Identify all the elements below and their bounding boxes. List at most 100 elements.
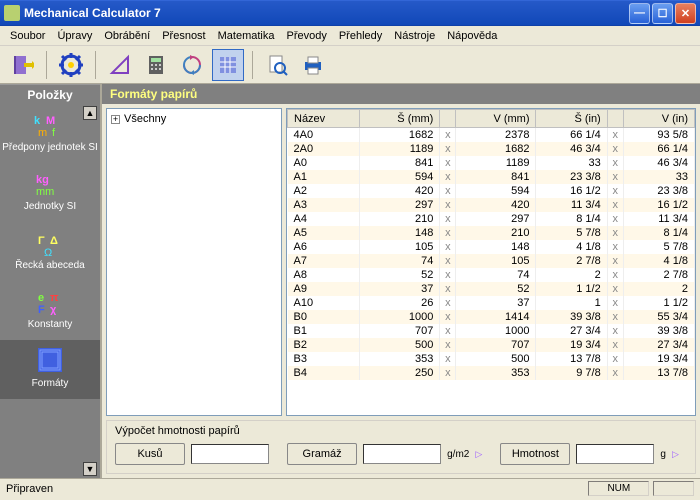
sidebar-scroll-down[interactable]: ▼ <box>83 462 97 476</box>
table-row[interactable]: A0841x118933x46 3/4 <box>288 156 695 170</box>
sidebar: Položky ▲ kMmf Předpony jednotek SI kgmm… <box>0 84 100 478</box>
prefix-icon: kMmf <box>32 110 68 138</box>
calc-panel-title: Výpočet hmotnosti papírů <box>115 423 687 443</box>
pieces-input[interactable] <box>191 444 269 464</box>
column-header[interactable]: Název <box>288 110 360 128</box>
table-row[interactable]: A4210x2978 1/4x11 3/4 <box>288 212 695 226</box>
toolbar-refresh-button[interactable] <box>176 49 208 81</box>
data-table[interactable]: NázevŠ (mm) V (mm)Š (in) V (in)4A01682x237… <box>286 108 696 416</box>
sidebar-item-units[interactable]: kgmm Jednotky SI <box>0 163 100 222</box>
formats-icon <box>32 346 68 374</box>
sidebar-header: Položky <box>0 84 100 104</box>
svg-text:f: f <box>52 127 56 138</box>
menu-napoveda[interactable]: Nápověda <box>441 28 503 44</box>
toolbar-preview-button[interactable] <box>261 49 293 81</box>
sidebar-item-label: Předpony jednotek SI <box>2 142 98 153</box>
maximize-button[interactable]: ☐ <box>652 3 673 24</box>
status-empty <box>653 481 694 496</box>
grammage-unit: g/m2 <box>447 449 469 460</box>
weight-button[interactable]: Hmotnost <box>500 443 570 465</box>
table-row[interactable]: B2500x70719 3/4x27 3/4 <box>288 338 695 352</box>
svg-text:π: π <box>50 292 59 304</box>
svg-text:Ω: Ω <box>44 247 52 256</box>
window-title: Mechanical Calculator 7 <box>24 6 627 20</box>
svg-text:χ: χ <box>50 304 57 315</box>
table-row[interactable]: A3297x42011 3/4x16 1/2 <box>288 198 695 212</box>
svg-text:e: e <box>38 292 44 304</box>
menu-obrabeni[interactable]: Obrábění <box>98 28 156 44</box>
toolbar-settings-button[interactable] <box>55 49 87 81</box>
table-row[interactable]: A5148x2105 7/8x8 1/4 <box>288 226 695 240</box>
table-row[interactable]: A1026x371x1 1/2 <box>288 296 695 310</box>
menu-bar: Soubor Úpravy Obrábění Přesnost Matemati… <box>0 26 700 46</box>
pieces-button[interactable]: Kusů <box>115 443 185 465</box>
tree-root-item[interactable]: + Všechny <box>111 113 277 125</box>
expand-icon[interactable]: + <box>111 115 120 124</box>
column-header[interactable]: Š (in) <box>536 110 607 128</box>
sidebar-item-formats[interactable]: Formáty <box>0 340 100 399</box>
weight-input[interactable] <box>576 444 654 464</box>
calculation-panel: Výpočet hmotnosti papírů Kusů Gramáž g/m… <box>106 420 696 474</box>
triangle-icon[interactable]: ▷ <box>475 449 482 460</box>
column-header[interactable]: Š (mm) <box>360 110 440 128</box>
toolbar-exit-button[interactable] <box>6 49 38 81</box>
sidebar-item-greek[interactable]: ΓΔΩ Řecká abeceda <box>0 222 100 281</box>
tree-root-label: Všechny <box>124 113 166 125</box>
sidebar-item-label: Jednotky SI <box>2 201 98 212</box>
table-row[interactable]: A852x742x2 7/8 <box>288 268 695 282</box>
svg-text:Δ: Δ <box>50 235 58 247</box>
toolbar-triangle-button[interactable] <box>104 49 136 81</box>
grammage-button[interactable]: Gramáž <box>287 443 357 465</box>
svg-text:mm: mm <box>36 186 54 197</box>
toolbar-grid-button[interactable] <box>212 49 244 81</box>
svg-text:F: F <box>38 304 45 315</box>
column-header[interactable]: V (in) <box>623 110 694 128</box>
sidebar-item-label: Formáty <box>2 378 98 389</box>
table-row[interactable]: B1707x100027 3/4x39 3/8 <box>288 324 695 338</box>
grammage-input[interactable] <box>363 444 441 464</box>
table-row[interactable]: B4250x3539 7/8x13 7/8 <box>288 366 695 380</box>
table-row[interactable]: A6105x1484 1/8x5 7/8 <box>288 240 695 254</box>
menu-prevody[interactable]: Převody <box>280 28 332 44</box>
toolbar-print-button[interactable] <box>297 49 329 81</box>
menu-soubor[interactable]: Soubor <box>4 28 51 44</box>
sidebar-item-label: Řecká abeceda <box>2 260 98 271</box>
tree-view[interactable]: + Všechny <box>106 108 282 416</box>
sidebar-item-label: Konstanty <box>2 319 98 330</box>
toolbar-calculator-button[interactable] <box>140 49 172 81</box>
minimize-button[interactable]: — <box>629 3 650 24</box>
menu-prehledy[interactable]: Přehledy <box>333 28 388 44</box>
menu-upravy[interactable]: Úpravy <box>51 28 98 44</box>
column-header[interactable]: V (mm) <box>456 110 536 128</box>
svg-text:m: m <box>38 127 47 138</box>
main-header: Formáty papírů <box>102 84 700 104</box>
table-row[interactable]: B01000x141439 3/8x55 3/4 <box>288 310 695 324</box>
table-row[interactable]: A1594x84123 3/8x33 <box>288 170 695 184</box>
column-header[interactable] <box>607 110 623 128</box>
sidebar-item-constants[interactable]: eπFχ Konstanty <box>0 281 100 340</box>
app-icon <box>4 5 20 21</box>
sidebar-scroll-up[interactable]: ▲ <box>83 106 97 120</box>
status-bar: Připraven NUM <box>0 478 700 498</box>
weight-unit: g <box>660 449 666 460</box>
svg-text:Γ: Γ <box>38 235 45 247</box>
title-bar: Mechanical Calculator 7 — ☐ ✕ <box>0 0 700 26</box>
toolbar <box>0 46 700 84</box>
svg-text:k: k <box>34 115 41 127</box>
table-row[interactable]: 4A01682x237866 1/4x93 5/8 <box>288 128 695 143</box>
table-row[interactable]: B3353x50013 7/8x19 3/4 <box>288 352 695 366</box>
menu-presnost[interactable]: Přesnost <box>156 28 211 44</box>
triangle-icon[interactable]: ▷ <box>672 449 679 460</box>
status-text: Připraven <box>6 483 584 495</box>
close-button[interactable]: ✕ <box>675 3 696 24</box>
menu-nastroje[interactable]: Nástroje <box>388 28 441 44</box>
column-header[interactable] <box>440 110 456 128</box>
svg-text:M: M <box>46 115 55 127</box>
table-row[interactable]: 2A01189x168246 3/4x66 1/4 <box>288 142 695 156</box>
table-row[interactable]: A774x1052 7/8x4 1/8 <box>288 254 695 268</box>
greek-icon: ΓΔΩ <box>32 228 68 256</box>
main-panel: Formáty papírů + Všechny NázevŠ (mm) V (m… <box>100 84 700 478</box>
table-row[interactable]: A937x521 1/2x2 <box>288 282 695 296</box>
menu-matematika[interactable]: Matematika <box>212 28 281 44</box>
table-row[interactable]: A2420x59416 1/2x23 3/8 <box>288 184 695 198</box>
